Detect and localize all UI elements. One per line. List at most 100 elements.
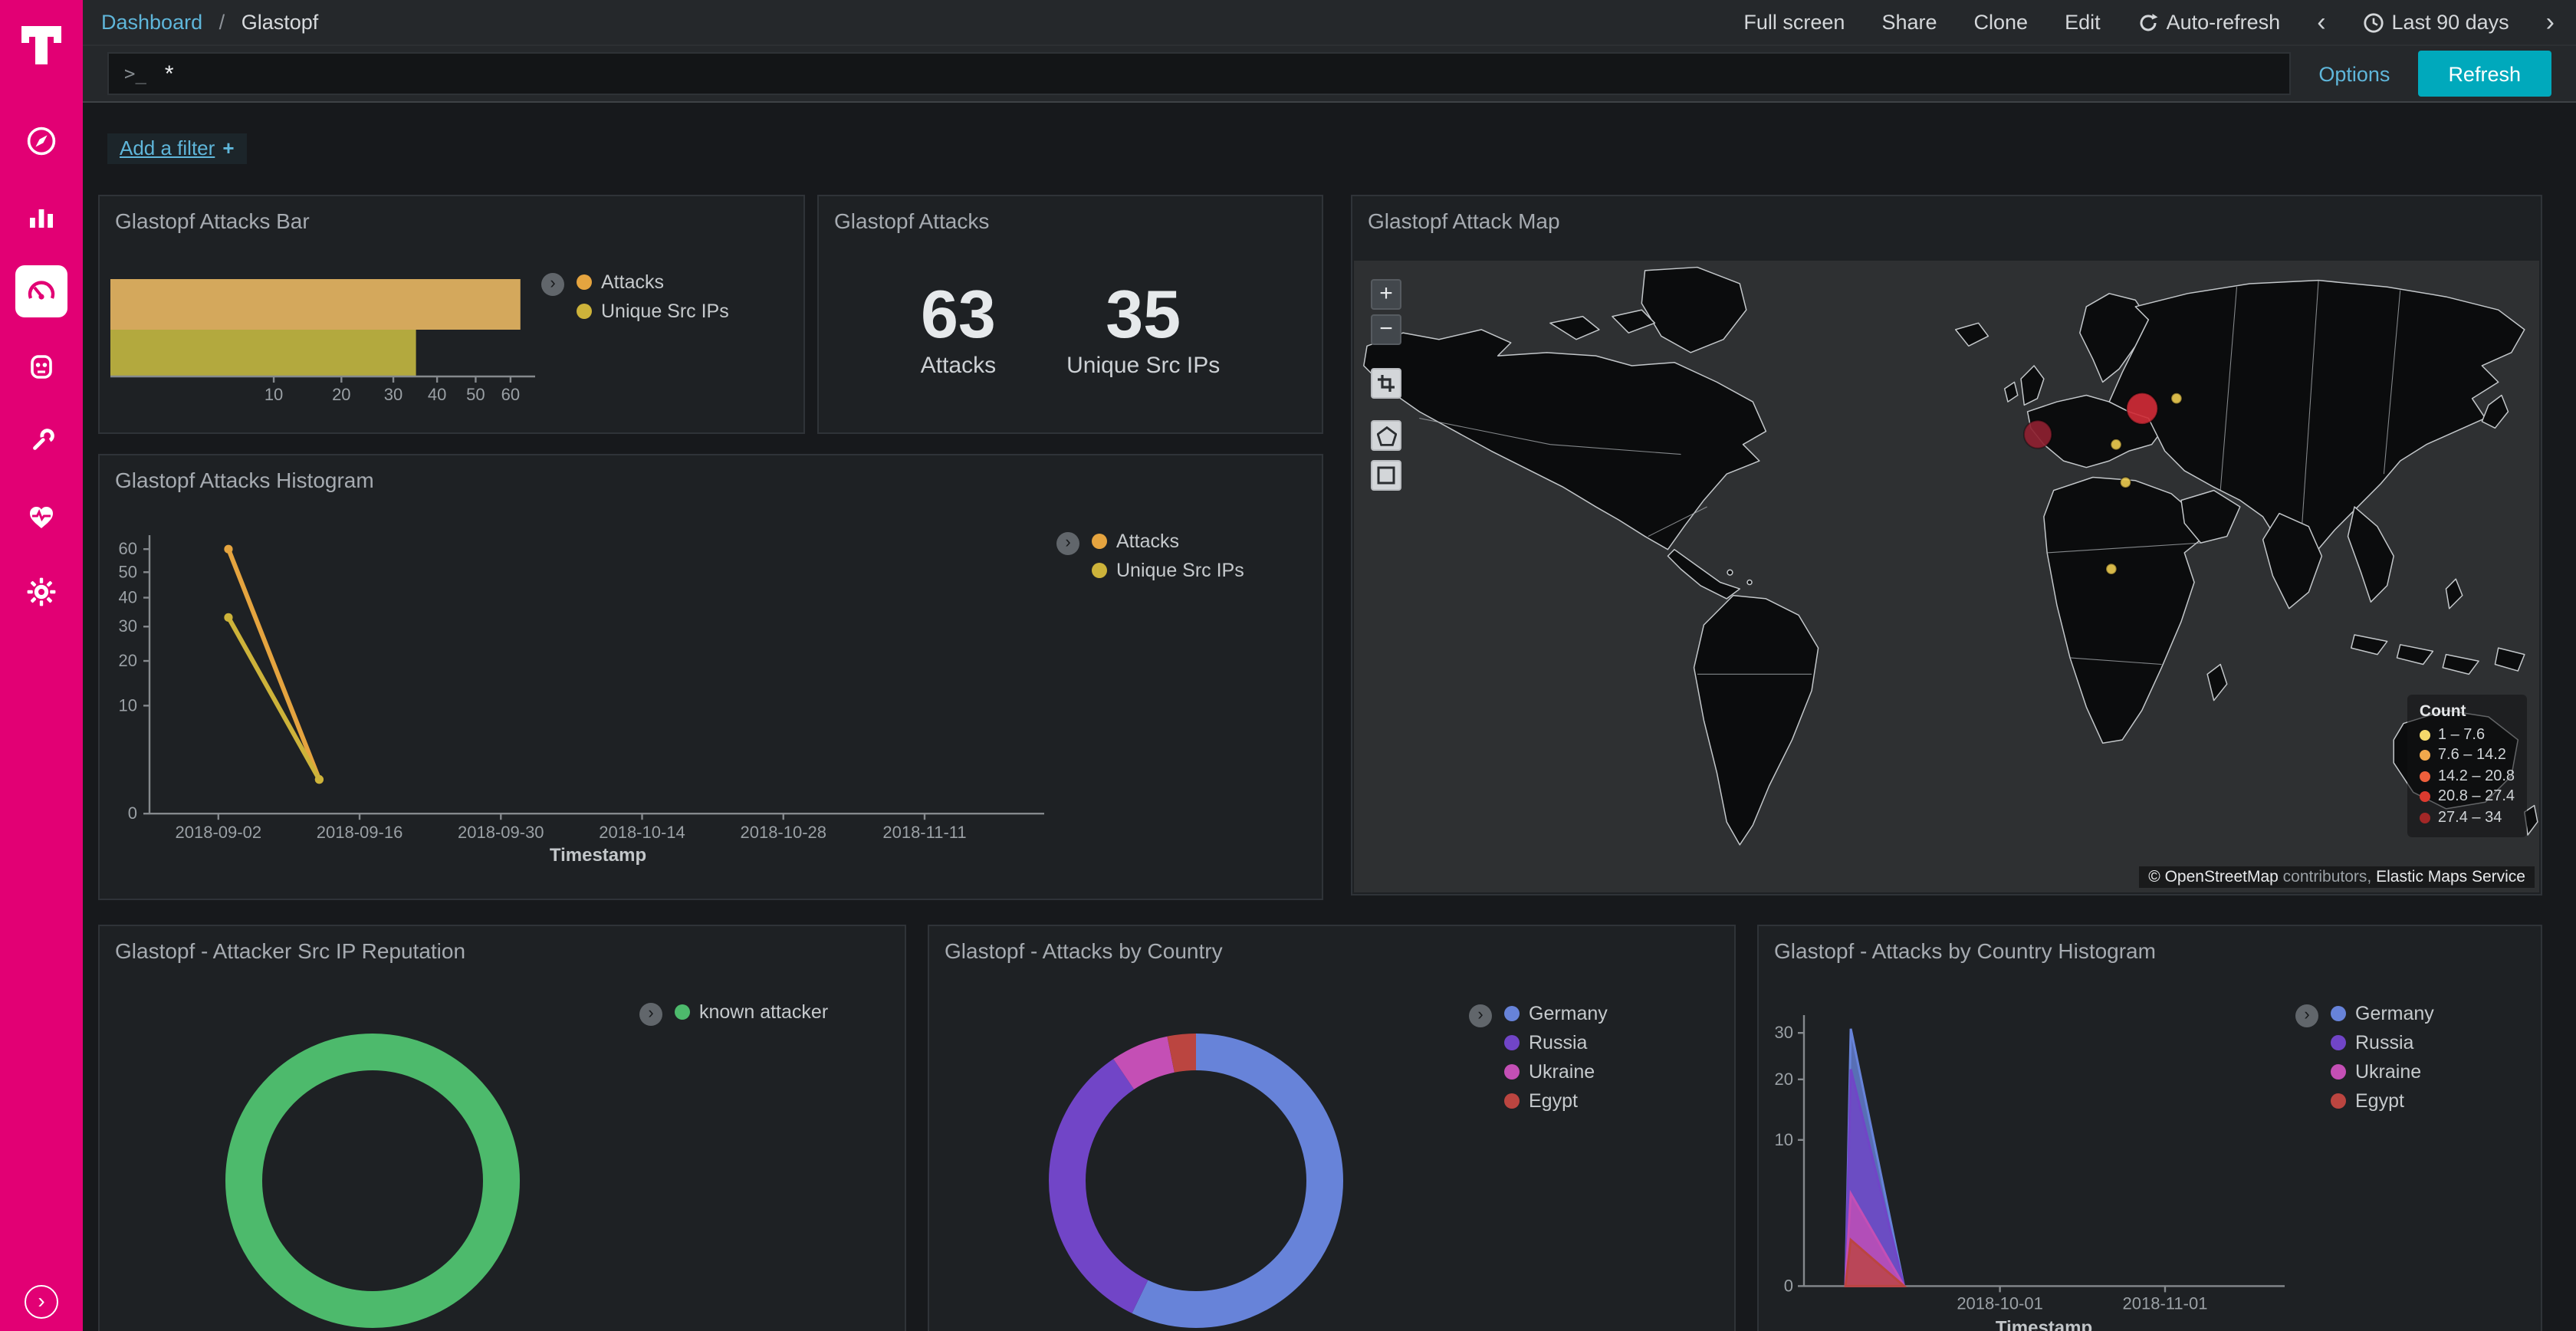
svg-text:2018-10-01: 2018-10-01 bbox=[1957, 1293, 2043, 1313]
panel-attacks-bar: Glastopf Attacks Bar 102030405060 ›Attac… bbox=[98, 195, 805, 434]
svg-text:2018-11-11: 2018-11-11 bbox=[882, 823, 966, 842]
bar-chart-icon bbox=[25, 199, 58, 233]
map-draw-polygon-button[interactable] bbox=[1371, 420, 1401, 451]
svg-text:10: 10 bbox=[119, 695, 137, 715]
legend-item[interactable]: Attacks bbox=[1092, 531, 1244, 552]
svg-text:20: 20 bbox=[119, 651, 137, 670]
plus-icon: + bbox=[222, 136, 234, 159]
panel-title: Glastopf Attacks bbox=[834, 209, 989, 233]
attacks-histogram-chart[interactable]: 01020304050602018-09-022018-09-162018-09… bbox=[100, 455, 1322, 899]
svg-text:2018-09-02: 2018-09-02 bbox=[176, 823, 262, 842]
sidebar-item-management[interactable] bbox=[15, 566, 67, 618]
sidebar-item-discover[interactable] bbox=[15, 115, 67, 167]
map-zoom-in-button[interactable]: + bbox=[1371, 279, 1401, 310]
legend-toggle-icon[interactable]: › bbox=[2295, 1004, 2318, 1027]
sidebar-nav bbox=[15, 115, 67, 618]
gauge-icon bbox=[25, 274, 58, 308]
sidebar-item-dev-tools[interactable] bbox=[15, 416, 67, 468]
svg-text:2018-10-28: 2018-10-28 bbox=[740, 823, 826, 842]
openstreetmap-link[interactable]: © OpenStreetMap bbox=[2148, 868, 2279, 886]
panel-src-ip-reputation: Glastopf - Attacker Src IP Reputation ›k… bbox=[98, 925, 906, 1331]
legend-item[interactable]: Germany bbox=[1504, 1003, 1608, 1024]
legend-item[interactable]: Egypt bbox=[2331, 1090, 2434, 1112]
legend-toggle-icon[interactable]: › bbox=[541, 273, 564, 296]
map-legend-item: 20.8 – 27.4 bbox=[2420, 787, 2515, 807]
map-count-legend: Count 1 – 7.67.6 – 14.214.2 – 20.820.8 –… bbox=[2407, 694, 2527, 837]
svg-text:20: 20 bbox=[1775, 1070, 1793, 1089]
legend-item[interactable]: Germany bbox=[2331, 1003, 2434, 1024]
legend-item[interactable]: Unique Src IPs bbox=[577, 301, 729, 322]
search-input[interactable] bbox=[162, 59, 2274, 88]
time-next-button[interactable]: › bbox=[2546, 12, 2555, 33]
chart-legend: › Germany Russia Ukraine Egypt bbox=[2295, 1003, 2434, 1119]
metric-label: Unique Src IPs bbox=[1066, 353, 1220, 379]
legend-item[interactable]: Unique Src IPs bbox=[1092, 560, 1244, 581]
map-draw-rectangle-button[interactable] bbox=[1371, 460, 1401, 491]
chart-legend: › Germany Russia Ukraine Egypt bbox=[1469, 1003, 1608, 1119]
panel-title: Glastopf Attacks Histogram bbox=[115, 468, 374, 492]
breadcrumb-current: Glastopf bbox=[242, 11, 319, 34]
sidebar-item-security[interactable] bbox=[15, 340, 67, 393]
options-link[interactable]: Options bbox=[2318, 62, 2390, 85]
attack-map[interactable]: + − Count 1 – 7.67.6 – 14.214.2 – 2 bbox=[1354, 261, 2539, 892]
elastic-maps-service-link[interactable]: Elastic Maps Service bbox=[2376, 868, 2525, 886]
gear-icon bbox=[25, 575, 58, 609]
legend-item[interactable]: Attacks bbox=[577, 271, 729, 293]
full-screen-button[interactable]: Full screen bbox=[1743, 11, 1845, 34]
legend-item[interactable]: Ukraine bbox=[2331, 1061, 2434, 1083]
map-legend-title: Count bbox=[2420, 702, 2515, 720]
time-prev-button[interactable]: ‹ bbox=[2317, 12, 2325, 33]
legend-item[interactable]: Egypt bbox=[1504, 1090, 1608, 1112]
map-crop-tool-button[interactable] bbox=[1371, 368, 1401, 399]
query-bar: >_ Options Refresh bbox=[83, 46, 2576, 103]
country-donut-chart[interactable] bbox=[929, 926, 1734, 1331]
crop-icon bbox=[1377, 374, 1395, 393]
refresh-cycle-icon bbox=[2137, 12, 2159, 33]
time-range-button[interactable]: Last 90 days bbox=[2363, 11, 2509, 34]
wrench-icon bbox=[25, 425, 58, 458]
sidebar-collapse-button[interactable]: › bbox=[25, 1285, 58, 1319]
refresh-button[interactable]: Refresh bbox=[2417, 51, 2551, 97]
world-map[interactable] bbox=[1354, 261, 2539, 892]
panel-attacks-metric: Glastopf Attacks 63 Attacks 35 Unique Sr… bbox=[817, 195, 1323, 434]
edit-button[interactable]: Edit bbox=[2065, 11, 2101, 34]
map-legend-item: 14.2 – 20.8 bbox=[2420, 766, 2515, 787]
legend-toggle-icon[interactable]: › bbox=[1469, 1004, 1492, 1027]
clone-button[interactable]: Clone bbox=[1974, 11, 2029, 34]
app-sidebar: › bbox=[0, 0, 83, 1331]
telekom-logo[interactable] bbox=[15, 18, 67, 78]
legend-item[interactable]: Ukraine bbox=[1504, 1061, 1608, 1083]
svg-text:Timestamp: Timestamp bbox=[1996, 1317, 2092, 1331]
map-zoom-out-button[interactable]: − bbox=[1371, 314, 1401, 345]
panel-title: Glastopf Attacks Bar bbox=[115, 209, 310, 233]
sidebar-item-visualize[interactable] bbox=[15, 190, 67, 242]
country-histogram-chart[interactable]: 01020302018-10-012018-11-01Timestamp bbox=[1759, 926, 2541, 1331]
rectangle-icon bbox=[1377, 466, 1395, 485]
compass-icon bbox=[25, 124, 58, 158]
panel-attack-map: Glastopf Attack Map bbox=[1351, 195, 2542, 896]
svg-text:0: 0 bbox=[128, 804, 137, 823]
svg-text:2018-11-01: 2018-11-01 bbox=[2123, 1293, 2208, 1313]
legend-item[interactable]: Russia bbox=[1504, 1032, 1608, 1053]
metric-attacks: 63 Attacks bbox=[921, 282, 996, 432]
breadcrumb: Dashboard / Glastopf bbox=[101, 11, 318, 34]
add-filter-link[interactable]: Add a filter+ bbox=[107, 133, 247, 164]
map-legend-item: 27.4 – 34 bbox=[2420, 807, 2515, 828]
query-input-box[interactable]: >_ bbox=[107, 52, 2291, 95]
sidebar-item-monitoring[interactable] bbox=[15, 491, 67, 543]
reputation-donut-chart[interactable] bbox=[100, 926, 905, 1331]
sidebar-item-dashboard[interactable] bbox=[15, 265, 67, 317]
panel-attacks-histogram: Glastopf Attacks Histogram 0102030405060… bbox=[98, 454, 1323, 900]
legend-item[interactable]: Russia bbox=[2331, 1032, 2434, 1053]
breadcrumb-dashboard-link[interactable]: Dashboard bbox=[101, 11, 202, 34]
share-button[interactable]: Share bbox=[1881, 11, 1937, 34]
legend-item[interactable]: known attacker bbox=[675, 1001, 828, 1023]
heartbeat-icon bbox=[25, 500, 58, 534]
auto-refresh-button[interactable]: Auto-refresh bbox=[2137, 11, 2281, 34]
svg-text:2018-09-16: 2018-09-16 bbox=[317, 823, 403, 842]
legend-toggle-icon[interactable]: › bbox=[639, 1003, 662, 1026]
top-navbar: Dashboard / Glastopf Full screen Share C… bbox=[83, 0, 2576, 46]
svg-text:60: 60 bbox=[501, 385, 520, 404]
panel-title: Glastopf - Attacks by Country bbox=[945, 938, 1223, 963]
legend-toggle-icon[interactable]: › bbox=[1056, 532, 1079, 555]
